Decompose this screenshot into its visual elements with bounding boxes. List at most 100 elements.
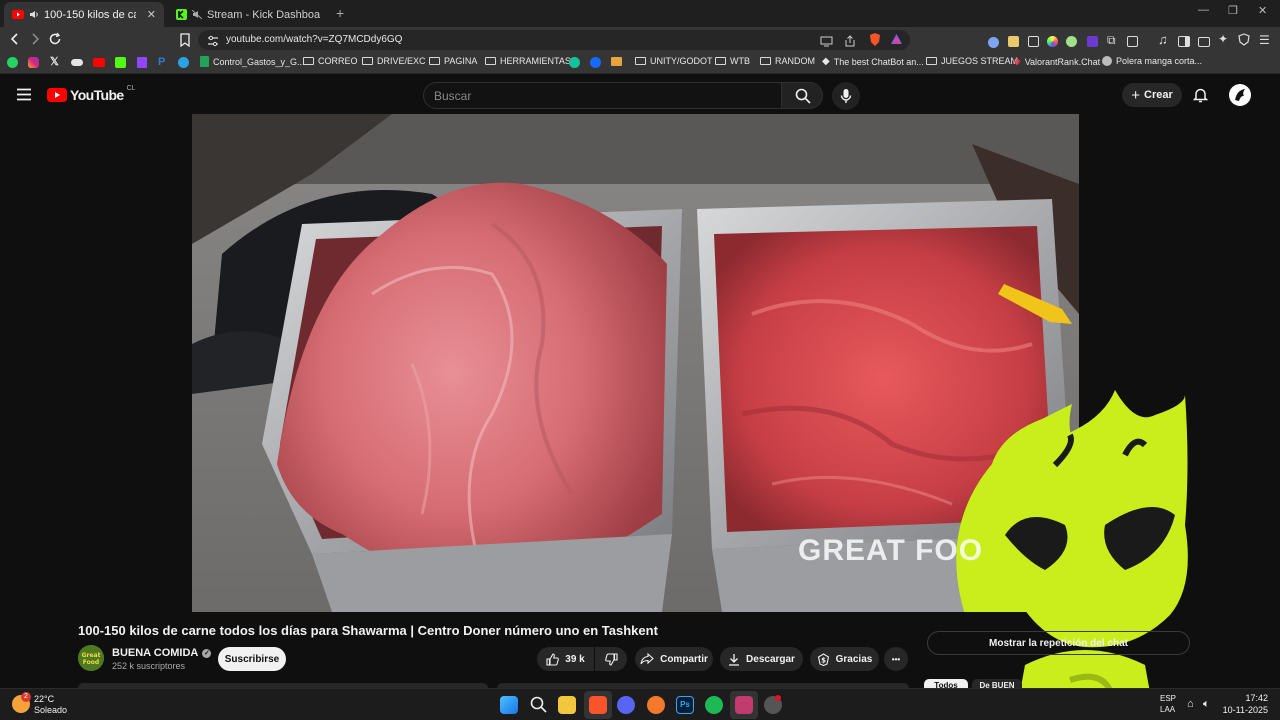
folder-icon <box>635 57 646 65</box>
extension-color-icon[interactable] <box>1047 34 1058 52</box>
instagram-icon[interactable] <box>28 57 39 70</box>
whatsapp-icon[interactable] <box>7 57 18 70</box>
site-settings-icon[interactable] <box>207 34 219 52</box>
bookmark-folder-pagina[interactable]: PAGINA <box>429 56 477 66</box>
extensions-puzzle-icon[interactable]: ⧉ <box>1107 33 1116 48</box>
svg-text:$: $ <box>821 656 826 664</box>
tab-kick[interactable]: Stream - Kick Dashboard <box>168 2 328 27</box>
youtube-header: YouTube CL Buscar + Crear <box>0 75 1280 114</box>
bookmark-chatbot[interactable]: ◆ The best ChatBot an... <box>822 56 924 67</box>
wallet-icon[interactable] <box>1198 34 1210 52</box>
discord-icon[interactable] <box>617 696 635 714</box>
extension-twitch-icon[interactable] <box>1087 34 1098 52</box>
bookmark-folder-random[interactable]: RANDOM <box>760 56 815 66</box>
bookmark-control-gastos[interactable]: Control_Gastos_y_G... <box>200 56 305 67</box>
bookmark-valorant[interactable]: ◈ ValorantRank.Chat <box>1013 56 1100 67</box>
bookmark-folder-herramientas[interactable]: HERRAMIENTAS <box>485 56 571 66</box>
download-button[interactable]: Descargar <box>720 647 803 671</box>
share-button[interactable]: Compartir <box>635 647 713 671</box>
youtube-bookmark-icon[interactable] <box>93 58 105 69</box>
search-button[interactable] <box>781 82 823 109</box>
dislike-button[interactable] <box>595 647 627 671</box>
kick-bookmark-icon[interactable] <box>115 57 126 70</box>
extension-screen-icon[interactable] <box>1028 34 1039 52</box>
bookmark-label: WTB <box>730 56 750 66</box>
telegram-icon[interactable] <box>178 57 189 70</box>
keyboard-lang-bottom[interactable]: LAA <box>1160 705 1175 714</box>
window-close-icon[interactable]: ✕ <box>1258 4 1267 17</box>
extension-note-icon[interactable] <box>1008 34 1019 52</box>
tab-close-icon[interactable]: ✕ <box>147 8 156 21</box>
blender-icon[interactable] <box>647 696 665 714</box>
extension-box-icon[interactable] <box>1127 34 1138 52</box>
spotify-icon[interactable] <box>705 696 723 714</box>
taskbar-search-icon[interactable] <box>530 696 547 718</box>
channel-avatar[interactable]: Great Food <box>78 645 104 671</box>
video-watermark: GREAT FOO <box>798 534 984 567</box>
bookmark-folder-unity[interactable]: UNITY/GODOT <box>635 56 713 66</box>
subscribe-button[interactable]: Suscribirse <box>218 647 286 671</box>
bookmark-folder-juegos[interactable]: JUEGOS STREAM <box>926 56 1018 66</box>
youtube-logo[interactable]: YouTube CL <box>47 85 136 103</box>
bookmark-polera[interactable]: Polera manga corta... <box>1102 56 1202 66</box>
bookmark-folder-correo[interactable]: CORREO <box>303 56 358 66</box>
grammarly-icon[interactable] <box>569 57 580 70</box>
windows-start-icon[interactable] <box>500 696 518 714</box>
vpn-shield-icon[interactable] <box>1238 33 1250 51</box>
volume-icon[interactable]: 🔈︎ <box>1203 698 1210 711</box>
browser-menu-icon[interactable]: ☰ <box>1259 33 1270 47</box>
network-icon[interactable]: ⌂ <box>1187 698 1194 710</box>
share-page-icon[interactable] <box>844 34 856 52</box>
show-chat-replay-button[interactable]: Mostrar la repetición del chat <box>927 631 1190 655</box>
paypal-icon[interactable]: P <box>158 56 165 68</box>
x-twitter-icon[interactable]: 𝕏 <box>50 55 59 68</box>
weather-desc: Soleado <box>34 705 68 715</box>
more-actions-button[interactable]: ••• <box>884 647 908 671</box>
clock-date[interactable]: 10-11-2025 <box>1222 705 1268 715</box>
channel-name-row[interactable]: BUENA COMIDA ✓ <box>112 647 212 659</box>
video-player[interactable]: GREAT FOO <box>192 114 1079 612</box>
bookmark-label: PAGINA <box>444 56 478 66</box>
clock-time[interactable]: 17:42 <box>1240 693 1268 703</box>
maximize-icon[interactable]: ❐ <box>1228 4 1238 17</box>
minimize-icon[interactable]: — <box>1198 4 1209 16</box>
new-tab-button[interactable]: + <box>336 5 344 21</box>
address-bar[interactable]: youtube.com/watch?v=ZQ7MCDdy6GQ <box>198 30 910 50</box>
chip-channel[interactable]: De BUEN <box>972 679 1022 688</box>
bookmark-folder-drive[interactable]: DRIVE/EXC <box>362 56 426 66</box>
behance-icon[interactable] <box>590 57 601 70</box>
speaker-icon[interactable] <box>29 10 39 19</box>
voice-search-button[interactable] <box>832 82 860 110</box>
leo-ai-icon[interactable]: ✦ <box>1218 32 1228 46</box>
game-site-icon[interactable] <box>611 57 622 68</box>
sidebar-toggle-icon[interactable] <box>1178 34 1190 52</box>
brave-rewards-icon[interactable] <box>890 33 903 51</box>
tab-youtube[interactable]: 100-150 kilos de carne todos l ✕ <box>4 2 164 27</box>
extension-leaf-icon[interactable] <box>1066 34 1077 52</box>
reload-icon[interactable] <box>48 32 62 51</box>
create-button[interactable]: + Crear <box>1122 83 1182 107</box>
extension-globe-icon[interactable] <box>988 35 999 53</box>
hamburger-menu-icon[interactable] <box>16 88 32 106</box>
photoshop-icon[interactable]: Ps <box>676 696 694 714</box>
keyboard-lang-top[interactable]: ESP <box>1160 694 1176 703</box>
like-button[interactable]: 39 k <box>537 647 594 671</box>
brave-shields-icon[interactable] <box>868 32 882 52</box>
file-explorer-icon[interactable] <box>558 696 576 714</box>
bookmark-folder-wtb[interactable]: WTB <box>715 56 750 66</box>
search-input[interactable]: Buscar <box>423 82 782 109</box>
back-icon[interactable] <box>8 32 22 51</box>
avatar[interactable] <box>1229 84 1251 106</box>
notifications-bell-icon[interactable] <box>1192 87 1209 108</box>
onedrive-icon[interactable] <box>71 58 83 68</box>
forward-icon[interactable] <box>28 32 42 51</box>
taskbar-brave-active[interactable] <box>584 691 612 719</box>
bookmark-icon[interactable] <box>179 33 191 52</box>
cast-icon[interactable] <box>820 34 833 52</box>
download-icon <box>729 653 740 666</box>
thanks-button[interactable]: $ Gracias <box>810 647 879 671</box>
taskbar-app-active[interactable] <box>730 691 758 719</box>
twitch-bookmark-icon[interactable] <box>137 57 147 70</box>
chip-all[interactable]: Todos <box>924 679 968 688</box>
media-controls-icon[interactable]: ♫ <box>1158 32 1168 47</box>
